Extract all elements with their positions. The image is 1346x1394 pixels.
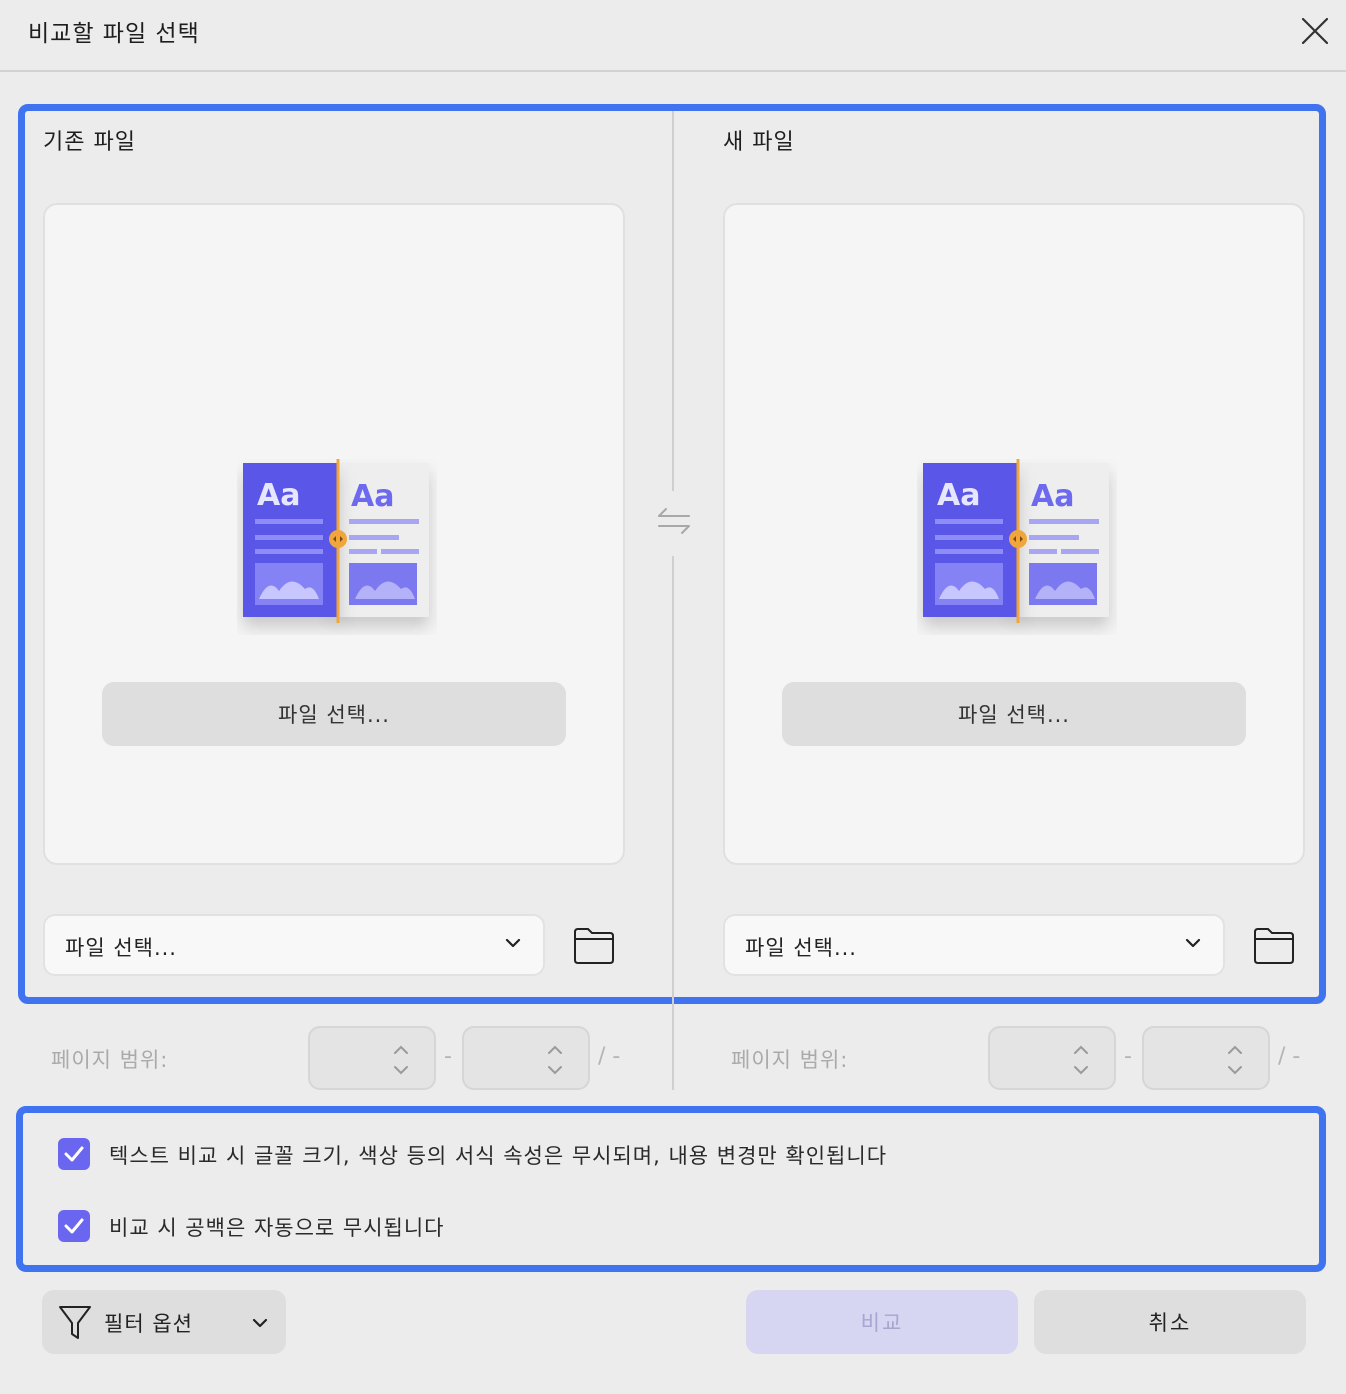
compare-options-frame [16, 1106, 1326, 1272]
illustration-text: Aa [1031, 479, 1074, 514]
document-compare-illustration: Aa Aa [243, 459, 429, 623]
new-page-range-label: 페이지 범위: [731, 1048, 849, 1072]
new-choose-file-button[interactable]: 파일 선택... [782, 682, 1246, 746]
ignore-whitespace-label: 비교 시 공백은 자동으로 무시됩니다 [109, 1216, 445, 1240]
new-range-to-stepper[interactable] [1142, 1026, 1270, 1090]
checkmark-icon [64, 1218, 84, 1234]
new-file-dropzone[interactable]: Aa Aa 파일 선택... [723, 203, 1305, 865]
dialog-title: 비교할 파일 선택 [28, 21, 200, 47]
close-icon [1302, 18, 1328, 44]
old-range-from-stepper[interactable] [308, 1026, 436, 1090]
dialog-titlebar: 비교할 파일 선택 [0, 0, 1346, 72]
new-file-select[interactable]: 파일 선택... [723, 914, 1225, 976]
new-range-from-stepper[interactable] [988, 1026, 1116, 1090]
filter-funnel-icon [59, 1306, 91, 1339]
folder-icon [1254, 928, 1294, 964]
old-file-select[interactable]: 파일 선택... [43, 914, 545, 976]
ignore-formatting-label: 텍스트 비교 시 글꼴 크기, 색상 등의 서식 속성은 무시되며, 내용 변경… [109, 1144, 888, 1168]
checkmark-icon [64, 1146, 84, 1162]
chevron-down-icon [1185, 938, 1201, 948]
old-page-range-label: 페이지 범위: [51, 1048, 169, 1072]
filter-options-label: 필터 옵션 [104, 1312, 193, 1336]
illustration-text: Aa [937, 478, 980, 513]
cancel-button[interactable]: 취소 [1034, 1290, 1306, 1354]
swap-icon [658, 508, 690, 534]
folder-icon [574, 928, 614, 964]
compare-button[interactable]: 비교 [746, 1290, 1018, 1354]
chevron-down-icon [505, 938, 521, 948]
close-button[interactable] [1296, 12, 1334, 50]
old-file-select-value: 파일 선택... [65, 936, 177, 960]
illustration-text: Aa [257, 478, 300, 513]
chevron-down-icon [252, 1318, 268, 1328]
ignore-whitespace-checkbox[interactable] [58, 1210, 90, 1242]
range-total: / - [598, 1044, 621, 1069]
new-browse-folder-button[interactable] [1253, 926, 1295, 966]
new-file-select-value: 파일 선택... [745, 936, 857, 960]
illustration-text: Aa [351, 479, 394, 514]
old-browse-folder-button[interactable] [573, 926, 615, 966]
old-range-to-stepper[interactable] [462, 1026, 590, 1090]
up-down-arrows-icon [548, 1045, 562, 1075]
range-separator: - [1124, 1044, 1132, 1069]
range-separator: - [444, 1044, 452, 1069]
old-choose-file-button[interactable]: 파일 선택... [102, 682, 566, 746]
up-down-arrows-icon [394, 1045, 408, 1075]
up-down-arrows-icon [1228, 1045, 1242, 1075]
up-down-arrows-icon [1074, 1045, 1088, 1075]
new-file-label: 새 파일 [723, 130, 795, 155]
pane-divider [672, 556, 674, 1090]
old-file-dropzone[interactable]: Aa Aa 파일 선택... [43, 203, 625, 865]
old-file-label: 기존 파일 [43, 130, 136, 155]
swap-files-button[interactable] [655, 502, 693, 538]
filter-options-button[interactable]: 필터 옵션 [42, 1290, 286, 1354]
range-total: / - [1278, 1044, 1301, 1069]
document-compare-illustration: Aa Aa [923, 459, 1109, 623]
pane-divider [672, 111, 674, 491]
ignore-formatting-checkbox[interactable] [58, 1138, 90, 1170]
